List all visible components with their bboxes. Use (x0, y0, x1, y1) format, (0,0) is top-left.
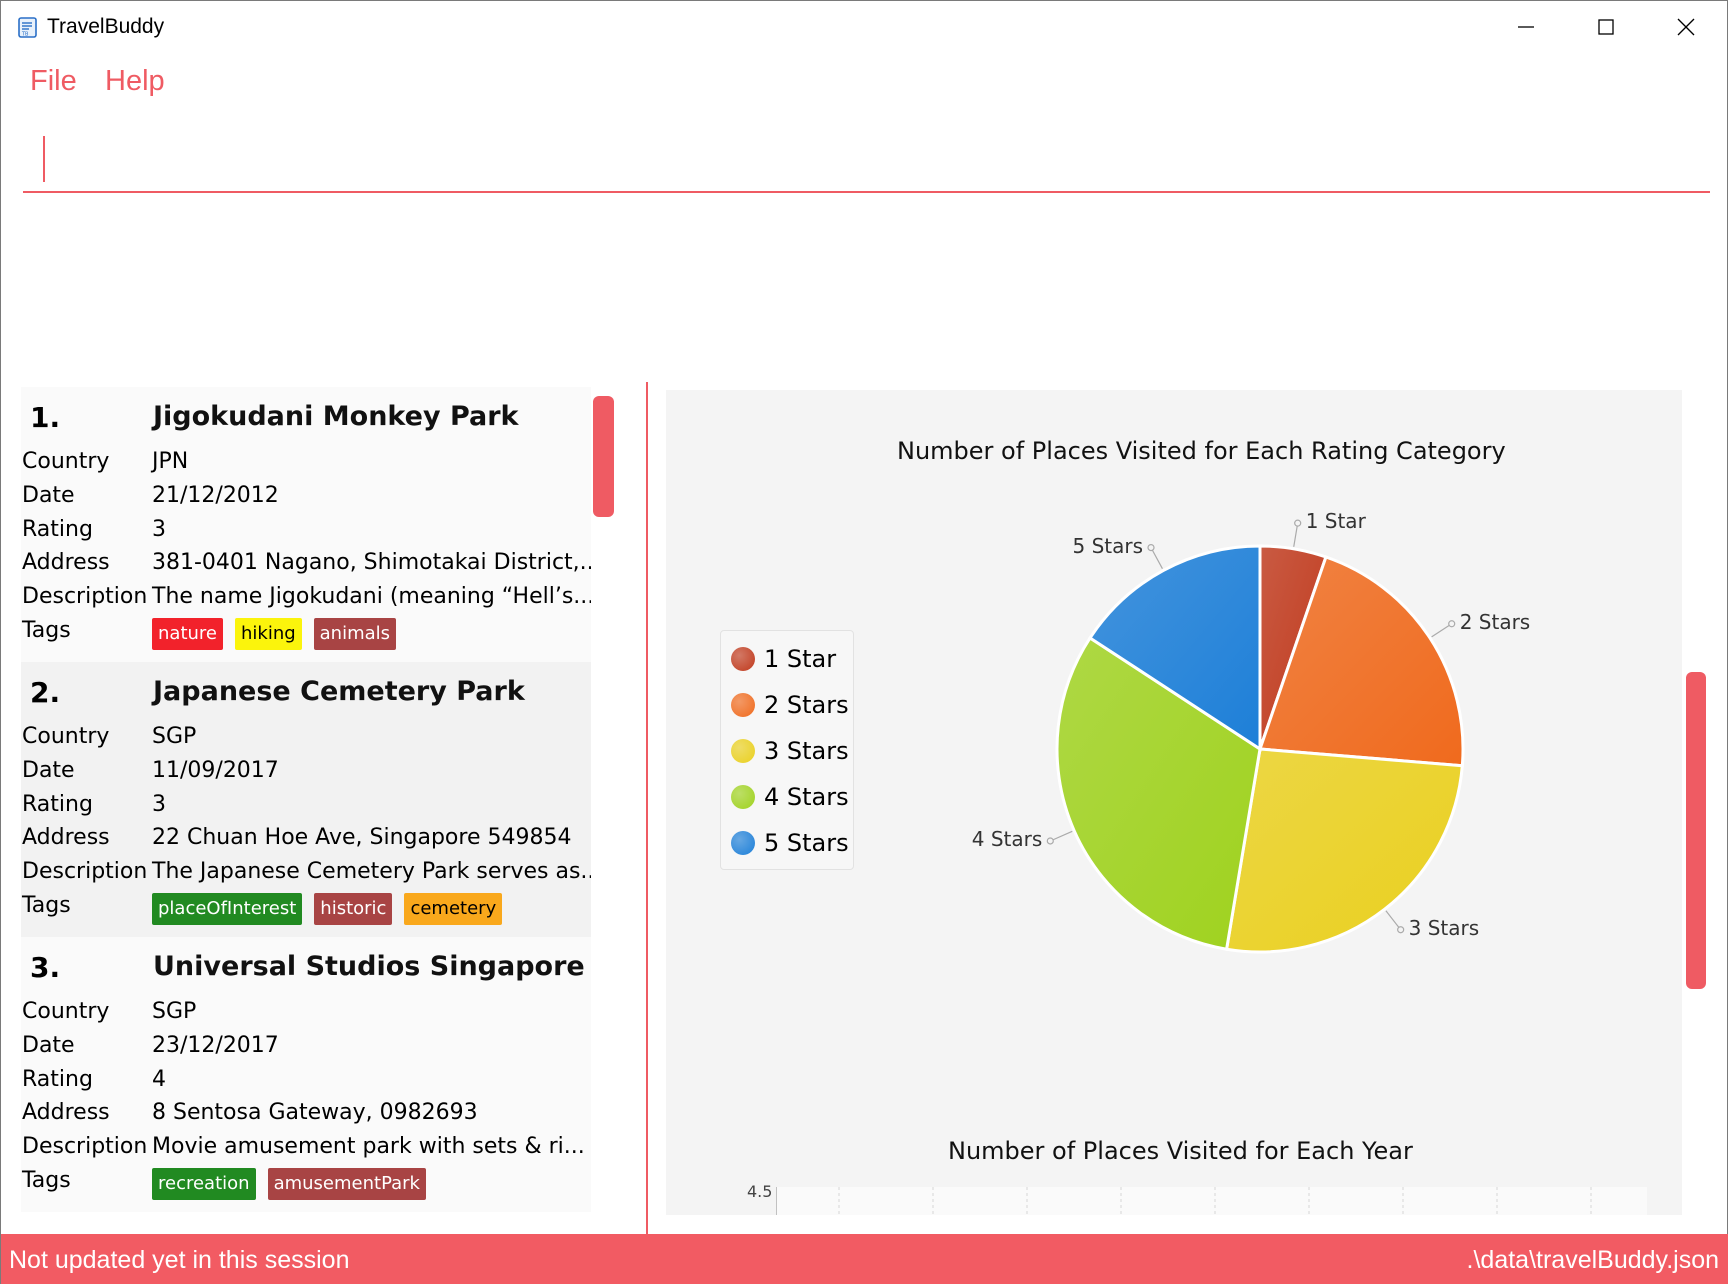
tag-recreation[interactable]: recreation (152, 1168, 256, 1200)
save-location: .\data\travelBuddy.json (1466, 1246, 1719, 1274)
notebook-app-icon: TB (16, 15, 40, 39)
place-index: 3. (30, 951, 61, 984)
menu-help[interactable]: Help (105, 65, 165, 98)
title-bar: TB TravelBuddy (1, 1, 1727, 53)
field-label: Tags (22, 618, 71, 643)
pie-slice-label: 4 Stars (971, 826, 1043, 851)
field-label: Tags (22, 1168, 71, 1193)
command-box (23, 131, 1710, 193)
field-value: SGP (152, 999, 197, 1024)
field-label: Description (22, 584, 148, 609)
field-value: 3 (152, 517, 166, 542)
close-icon (1677, 18, 1695, 36)
panel-divider[interactable] (646, 382, 648, 1234)
field-value: 22 Chuan Hoe Ave, Singapore 549854 (152, 825, 572, 850)
place-name: Jigokudani Monkey Park (153, 401, 519, 432)
menu-bar: File Help (1, 59, 1727, 109)
field-label: Tags (22, 893, 71, 918)
list-scrollbar-thumb[interactable] (593, 396, 614, 517)
field-value: 4 (152, 1067, 166, 1092)
field-label: Rating (22, 517, 93, 542)
field-label: Description (22, 1134, 148, 1159)
place-card[interactable]: 1. Jigokudani Monkey Park Country JPN Date 21… (21, 387, 591, 662)
field-label: Address (22, 550, 110, 575)
tag-list: recreation amusementPark (152, 1168, 426, 1200)
svg-text:TB: TB (21, 32, 29, 38)
sync-status: Not updated yet in this session (9, 1246, 350, 1274)
statistics-panel: Number of Places Visited for Each Rating… (666, 390, 1682, 1215)
rating-pie-chart (1046, 519, 1465, 954)
place-index: 2. (30, 676, 61, 709)
menu-file[interactable]: File (30, 65, 77, 98)
field-value: The name Jigokudani (meaning “Hell’s... (152, 584, 591, 609)
field-label: Rating (22, 1067, 93, 1092)
field-label: Description (22, 859, 148, 884)
tag-cemetery[interactable]: cemetery (404, 893, 503, 925)
minimize-icon (1518, 26, 1534, 28)
window-title: TravelBuddy (47, 15, 165, 38)
year-chart-plot-area (770, 1187, 1647, 1215)
place-card[interactable]: 2. Japanese Cemetery Park Country SGP Date 11… (21, 662, 591, 937)
field-value: The Japanese Cemetery Park serves as... (152, 859, 591, 884)
tag-placeOfInterest[interactable]: placeOfInterest (152, 893, 303, 925)
pie-leader-dot (1397, 926, 1405, 934)
year-chart-grid (770, 1187, 1592, 1215)
place-list[interactable]: 1. Jigokudani Monkey Park Country JPN Date 21… (21, 387, 591, 1217)
field-value: JPN (152, 449, 189, 474)
place-name: Japanese Cemetery Park (153, 676, 525, 707)
close-button[interactable] (1646, 1, 1726, 53)
tag-animals[interactable]: animals (313, 618, 397, 650)
place-index: 1. (30, 401, 61, 434)
tag-list: nature hiking animals (152, 618, 397, 650)
tag-nature[interactable]: nature (152, 618, 223, 650)
place-card[interactable]: 3. Universal Studios Singapore Country SGP D… (21, 937, 591, 1212)
field-label: Rating (22, 792, 93, 817)
field-label: Date (22, 483, 75, 508)
tag-historic[interactable]: historic (314, 893, 393, 925)
pie-slice-label: 2 Stars (1459, 609, 1531, 634)
field-value: Movie amusement park with sets & ri... (152, 1134, 585, 1159)
app-window: TB TravelBuddy File Help 1. Jigokudani Mo… (0, 0, 1728, 1284)
status-bar: Not updated yet in this session .\data\t… (1, 1234, 1728, 1284)
field-value: 8 Sentosa Gateway, 0982693 (152, 1100, 478, 1125)
chart-scrollbar-thumb[interactable] (1686, 672, 1706, 989)
command-input[interactable] (41, 137, 1701, 185)
field-value: SGP (152, 724, 197, 749)
place-name: Universal Studios Singapore (153, 951, 585, 982)
tag-amusementPark[interactable]: amusementPark (267, 1168, 426, 1200)
pie-leader-dot (1147, 544, 1155, 552)
field-label: Country (22, 724, 110, 749)
field-label: Country (22, 449, 110, 474)
year-chart-ytick: 4.5 (747, 1182, 773, 1201)
field-value: 11/09/2017 (152, 758, 279, 783)
pie-leader-line (1293, 523, 1299, 547)
field-value: 3 (152, 792, 166, 817)
field-value: 381-0401 Nagano, Shimotakai District,... (152, 550, 591, 575)
year-chart-title: Number of Places Visited for Each Year (948, 1137, 1413, 1165)
pie-slice-label: 1 Star (1305, 509, 1366, 534)
maximize-button[interactable] (1566, 1, 1646, 53)
field-label: Address (22, 1100, 110, 1125)
field-value: 23/12/2017 (152, 1033, 279, 1058)
minimize-button[interactable] (1486, 1, 1566, 53)
pie-leader-dot (1448, 620, 1456, 628)
field-label: Country (22, 999, 110, 1024)
pie-leader-dot (1046, 837, 1054, 845)
tag-hiking[interactable]: hiking (234, 618, 302, 650)
pie-slice-label: 3 Stars (1408, 915, 1480, 940)
maximize-icon (1598, 19, 1614, 35)
field-label: Date (22, 758, 75, 783)
field-label: Address (22, 825, 110, 850)
pie-slice-label: 5 Stars (1072, 533, 1144, 558)
field-label: Date (22, 1033, 75, 1058)
tag-list: placeOfInterest historic cemetery (152, 893, 503, 925)
pie-leader-dot (1294, 519, 1302, 527)
field-value: 21/12/2012 (152, 483, 279, 508)
